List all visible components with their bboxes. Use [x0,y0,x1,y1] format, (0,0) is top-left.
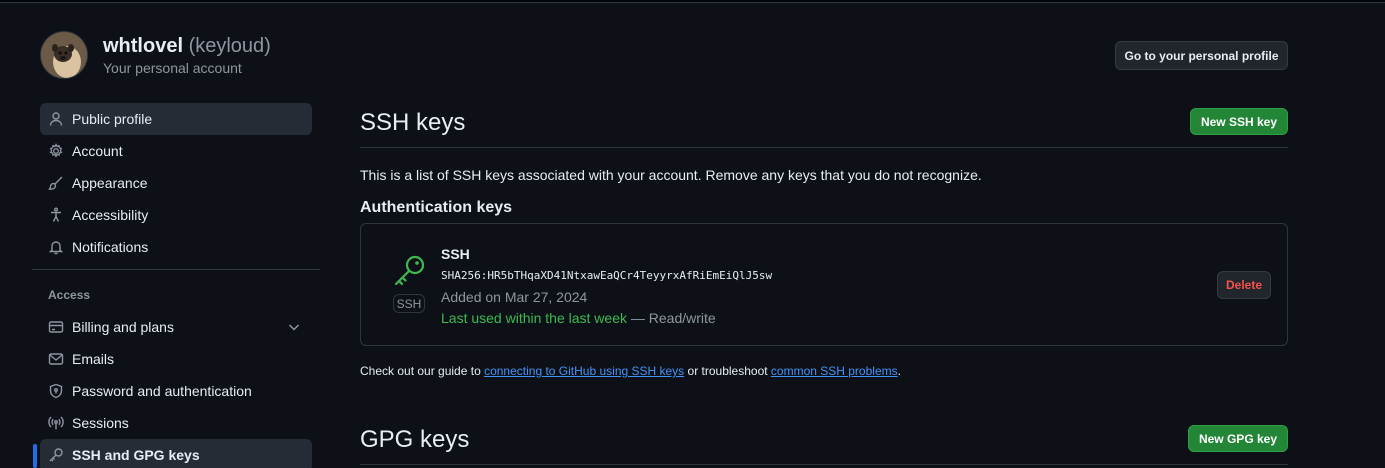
sidebar-item-label: Accessibility [72,207,149,223]
sidebar-item-label: SSH and GPG keys [72,447,200,463]
ssh-key-access: — Read/write [630,310,716,326]
ssh-description: This is a list of SSH keys associated wi… [360,167,982,183]
authentication-keys-heading: Authentication keys [360,199,513,216]
sidebar-group-access: Access [48,288,91,302]
account-handle: (keyloud) [188,35,271,57]
sidebar-item-sessions[interactable]: Sessions [40,407,312,439]
sidebar-item-label: Appearance [72,175,148,191]
key-icon [48,447,64,463]
sidebar-item-label: Public profile [72,111,153,127]
ssh-key-type-badge: SSH [393,294,425,313]
avatar[interactable] [40,31,88,79]
ssh-heading-divider [360,147,1288,148]
sidebar-item-notifications[interactable]: Notifications [40,231,312,263]
shield-lock-icon [48,383,64,399]
account-username: whtlovel [103,35,184,57]
accessibility-icon [48,207,64,223]
sidebar-item-ssh-gpg-keys[interactable]: SSH and GPG keys [40,439,312,468]
delete-ssh-key-button[interactable]: Delete [1217,271,1271,299]
broadcast-icon [48,415,64,431]
bell-icon [48,239,64,255]
sidebar-item-label: Emails [72,351,115,367]
mail-icon [48,351,64,367]
sidebar-item-emails[interactable]: Emails [40,343,312,375]
person-icon [48,111,64,127]
sidebar-item-label: Sessions [72,415,129,431]
sidebar-item-password[interactable]: Password and authentication [40,375,312,407]
ssh-key-item: SSH SSH SHA256:HR5bTHqaXD41NtxawEaQCr4Te… [360,223,1288,346]
account-name: whtlovel (keyloud) [103,35,271,58]
sidebar-item-label: Notifications [72,239,149,255]
common-ssh-problems-link[interactable]: common SSH problems [771,364,898,378]
sidebar-item-label: Password and authentication [72,383,252,399]
sidebar-item-account[interactable]: Account [40,135,312,167]
ssh-guide-text: Check out our guide to connecting to Git… [360,364,901,378]
sidebar-item-label: Billing and plans [72,319,174,335]
go-to-profile-button[interactable]: Go to your personal profile [1115,41,1288,70]
account-subtitle: Your personal account [103,60,242,76]
gpg-heading-divider [360,464,1288,465]
guide-suffix: . [897,364,901,378]
selected-indicator [33,444,37,468]
key-icon [393,254,427,288]
ssh-key-last-used: Last used within the last week — Read/wr… [441,310,716,326]
new-ssh-key-button[interactable]: New SSH key [1190,108,1288,135]
credit-card-icon [48,319,64,335]
new-gpg-key-button[interactable]: New GPG key [1188,425,1288,452]
ssh-key-title: SSH [441,246,470,262]
sidebar-item-appearance[interactable]: Appearance [40,167,312,199]
guide-middle: or troubleshoot [684,364,771,378]
ssh-key-added-date: Added on Mar 27, 2024 [441,289,588,305]
ssh-key-fingerprint: SHA256:HR5bTHqaXD41NtxawEaQCr4TeyyrxAfRi… [441,269,773,282]
gear-icon [48,143,64,159]
sidebar-item-public-profile[interactable]: Public profile [40,103,312,135]
ssh-keys-heading: SSH keys [360,109,466,136]
sidebar-item-accessibility[interactable]: Accessibility [40,199,312,231]
top-border [0,0,1385,3]
guide-prefix: Check out our guide to [360,364,485,378]
sidebar-item-billing[interactable]: Billing and plans [40,311,312,343]
chevron-down-icon[interactable] [286,319,302,335]
paintbrush-icon [48,175,64,191]
sidebar-item-label: Account [72,143,123,159]
gpg-keys-heading: GPG keys [360,426,470,453]
sidebar-divider [32,269,320,270]
connecting-ssh-guide-link[interactable]: connecting to GitHub using SSH keys [484,364,684,378]
ssh-key-last-used-text: Last used within the last week [441,310,627,326]
